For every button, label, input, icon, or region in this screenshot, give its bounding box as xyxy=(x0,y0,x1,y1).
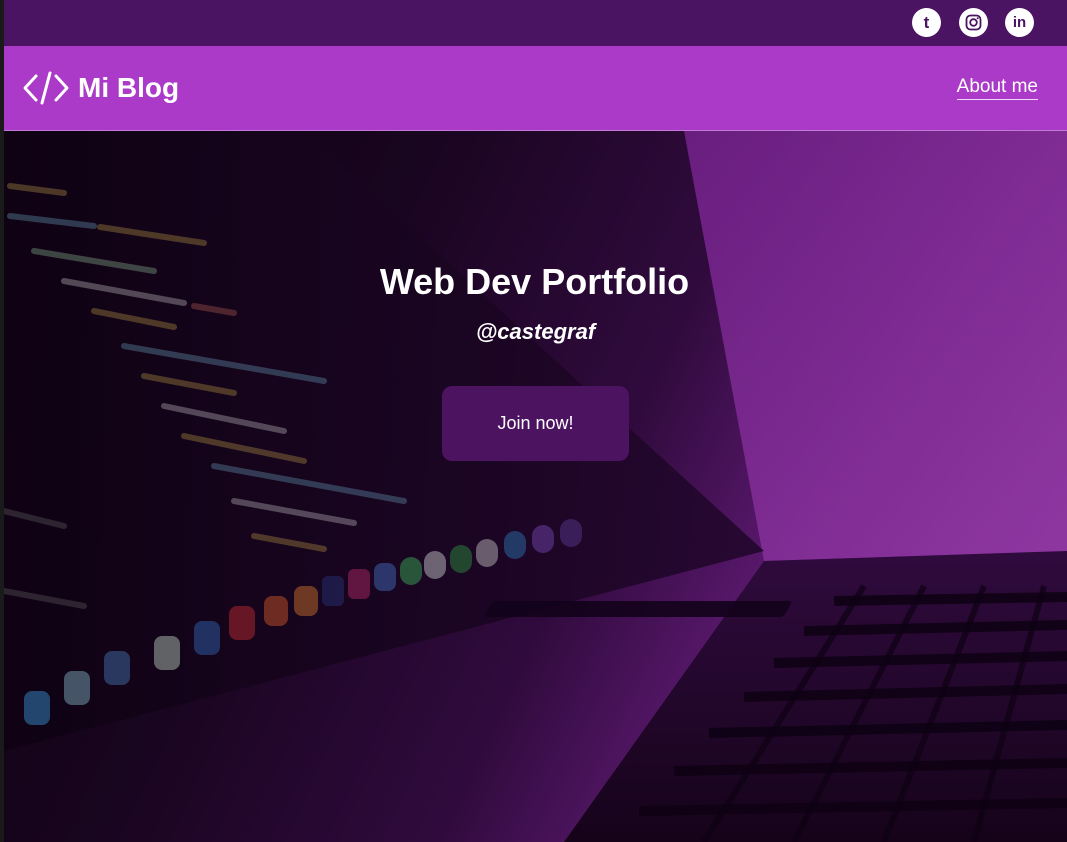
page: t in Mi Blog About me Web Dev Portfolio … xyxy=(4,0,1067,842)
linkedin-icon[interactable]: in xyxy=(1005,8,1034,37)
tumblr-glyph: t xyxy=(923,12,930,32)
tumblr-icon[interactable]: t xyxy=(912,8,941,37)
brand-title: Mi Blog xyxy=(78,72,180,103)
hero-section: Web Dev Portfolio @castegraf Join now! xyxy=(4,131,1067,842)
hero-handle: @castegraf xyxy=(475,319,596,344)
instagram-icon[interactable] xyxy=(959,8,988,37)
navbar: Mi Blog About me xyxy=(4,46,1067,131)
nav-link-about-me[interactable]: About me xyxy=(956,76,1038,100)
join-now-button[interactable]: Join now! xyxy=(442,386,629,461)
code-icon xyxy=(23,71,69,105)
brand-link[interactable]: Mi Blog xyxy=(22,66,179,110)
hero-content: Web Dev Portfolio @castegraf Join now! xyxy=(4,131,1067,842)
social-bar: t in xyxy=(4,0,1067,46)
instagram-glyph xyxy=(965,14,982,31)
hero-title: Web Dev Portfolio xyxy=(379,261,690,302)
linkedin-glyph: in xyxy=(1012,14,1027,31)
